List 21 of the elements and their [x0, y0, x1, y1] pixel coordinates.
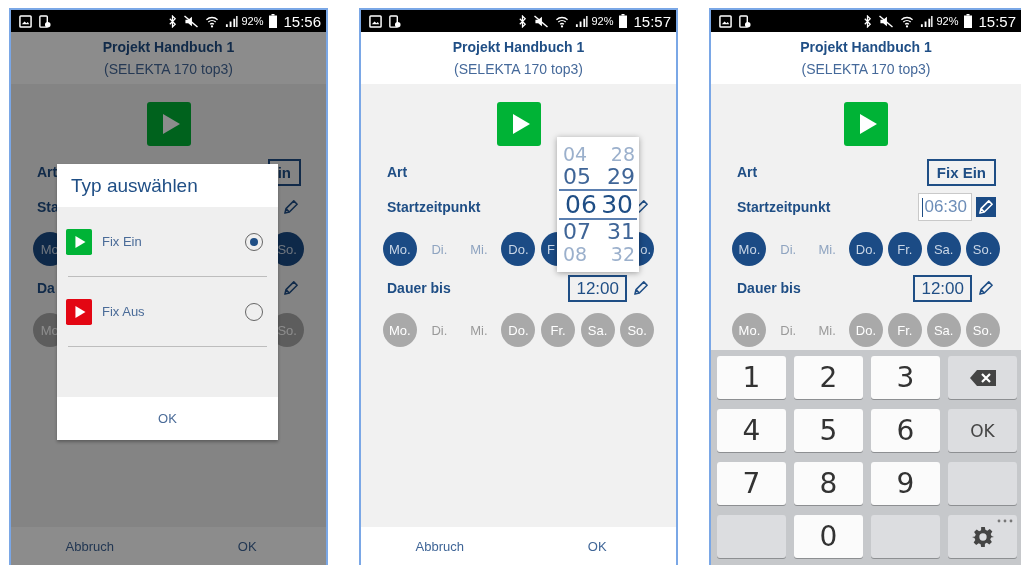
clock-time: 15:56	[283, 12, 321, 30]
screen-title: Projekt Handbuch 1	[102, 39, 235, 55]
field-label: Art	[387, 164, 408, 180]
battery-percent: 92%	[241, 15, 264, 27]
field-label: Dauer bis	[387, 280, 451, 296]
clock-time: 15:57	[633, 12, 671, 30]
device-subtitle: (SELEKTA 170 top3)	[104, 61, 233, 77]
screen-title: Projekt Handbuch 1	[452, 39, 585, 55]
device-subtitle: (SELEKTA 170 top3)	[801, 61, 931, 77]
battery-percent: 92%	[591, 15, 614, 27]
clock-time: 15:57	[978, 12, 1016, 30]
field-label: Da	[37, 280, 55, 296]
battery-percent: 92%	[936, 15, 959, 27]
device-subtitle: (SELEKTA 170 top3)	[454, 61, 583, 77]
field-label: Startzeitpunkt	[737, 199, 831, 215]
screen-title: Projekt Handbuch 1	[800, 39, 932, 55]
field-label: Art	[737, 164, 758, 180]
field-label: Dauer bis	[737, 280, 801, 296]
dialog-title: Typ auswählen	[70, 173, 199, 198]
field-label: Startzeitpunkt	[387, 199, 481, 215]
field-label: Art	[37, 164, 58, 180]
